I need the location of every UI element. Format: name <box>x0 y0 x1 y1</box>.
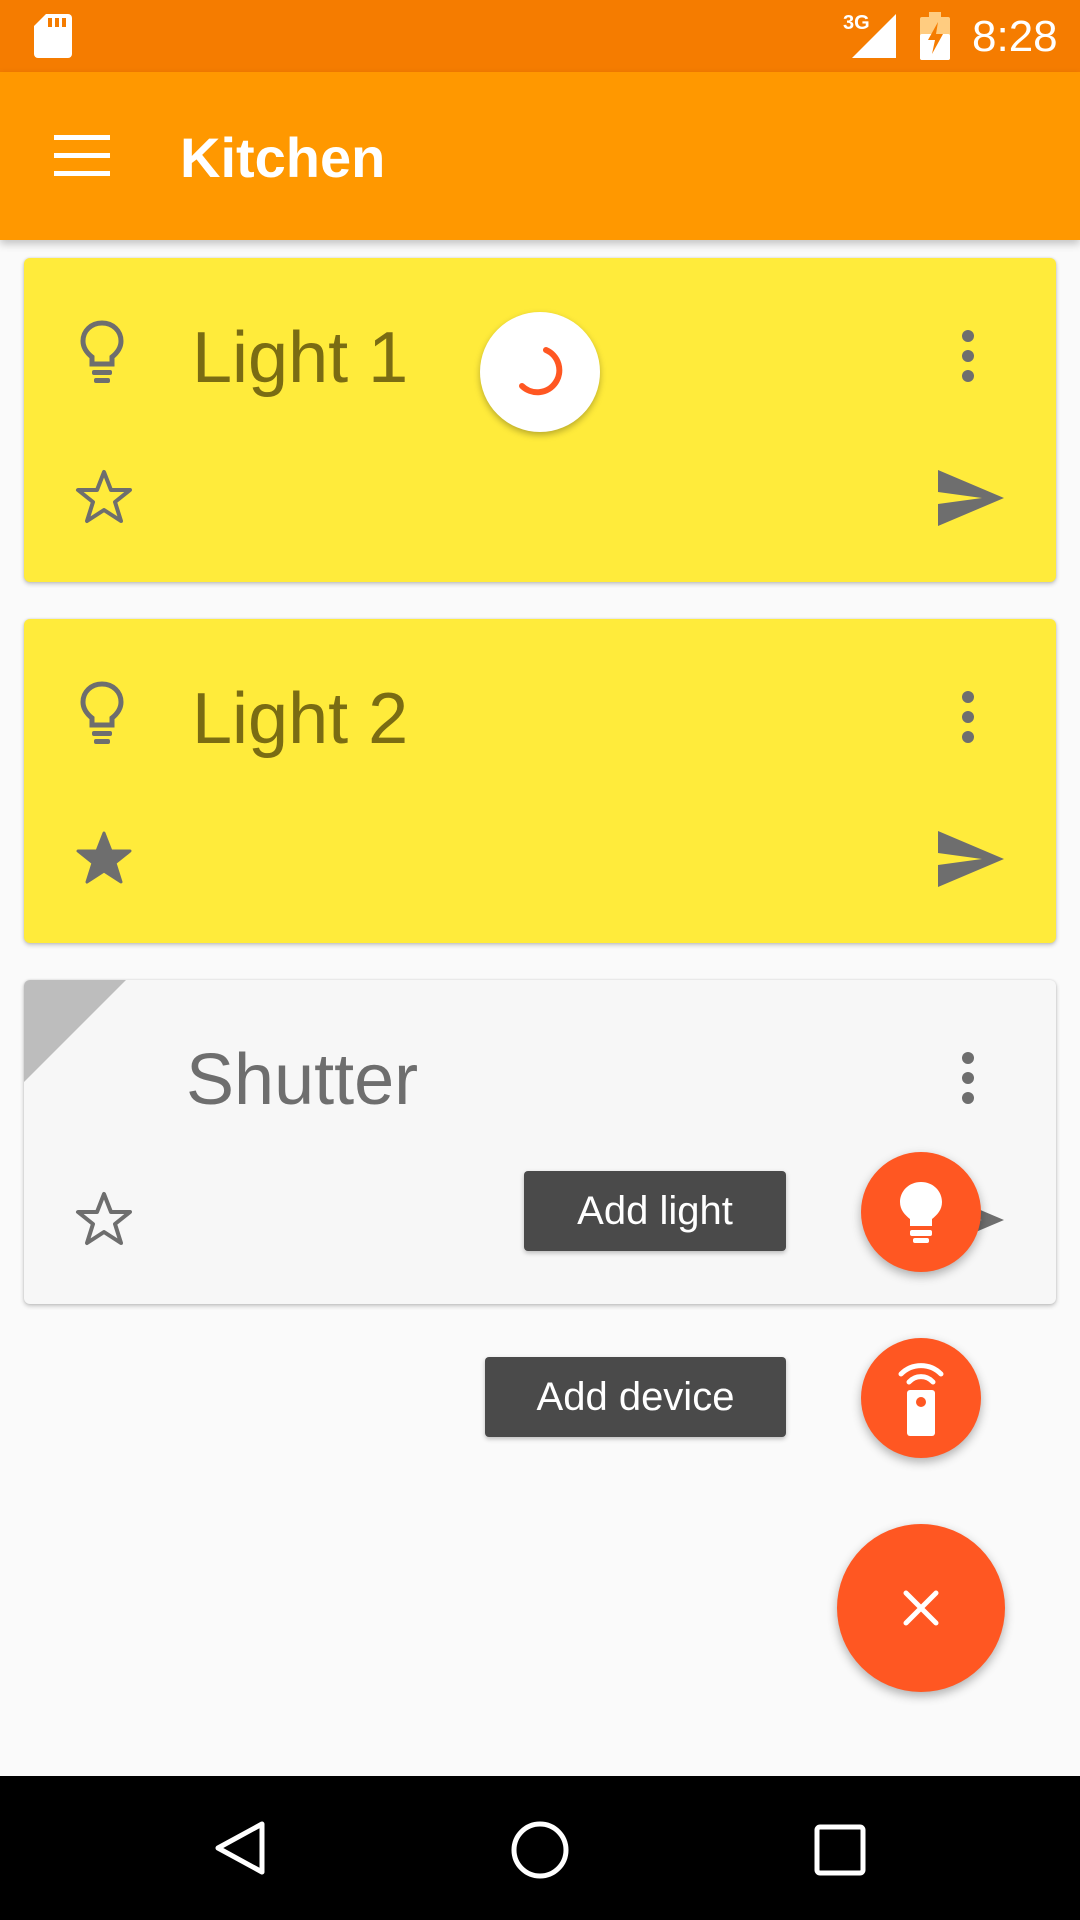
recents-icon[interactable] <box>814 1824 866 1876</box>
add-light-button[interactable] <box>861 1152 981 1272</box>
system-nav-bar <box>0 1776 1080 1920</box>
remote-icon <box>898 1363 944 1436</box>
hamburger-menu-icon[interactable] <box>54 135 110 177</box>
star-filled-icon[interactable] <box>74 829 134 887</box>
add-device-button[interactable] <box>861 1338 981 1458</box>
more-vert-icon[interactable] <box>956 689 980 745</box>
app-bar: Kitchen <box>0 72 1080 240</box>
star-outline-icon[interactable] <box>74 1190 134 1248</box>
status-bar: 3G 8:28 <box>0 0 1080 72</box>
lightbulb-icon <box>80 320 124 383</box>
battery-charging-icon <box>920 12 950 60</box>
unknown-state-corner <box>24 980 126 1082</box>
device-name: Shutter <box>186 1040 419 1120</box>
status-clock: 8:28 <box>972 12 1058 61</box>
send-icon[interactable] <box>938 831 1004 887</box>
more-vert-icon[interactable] <box>956 328 980 384</box>
close-icon <box>903 1590 939 1626</box>
add-light-label[interactable]: Add light <box>524 1171 786 1251</box>
signal-icon <box>852 14 896 58</box>
more-vert-icon[interactable] <box>956 1050 980 1106</box>
lightbulb-icon <box>80 681 124 744</box>
back-icon[interactable] <box>214 1820 266 1876</box>
progress-ring-icon <box>519 347 563 396</box>
page-title: Kitchen <box>180 126 386 189</box>
add-device-label[interactable]: Add device <box>485 1357 786 1437</box>
device-name: Light 1 <box>192 318 409 398</box>
device-name: Light 2 <box>192 679 409 759</box>
send-icon[interactable] <box>938 470 1004 526</box>
close-speed-dial-button[interactable] <box>837 1524 1005 1692</box>
device-card-light-2[interactable]: Light 2 <box>24 619 1056 943</box>
loading-spinner <box>480 312 600 432</box>
lightbulb-icon <box>900 1182 942 1243</box>
star-outline-icon[interactable] <box>74 468 134 526</box>
home-icon[interactable] <box>510 1820 570 1880</box>
sd-card-icon <box>34 14 72 58</box>
